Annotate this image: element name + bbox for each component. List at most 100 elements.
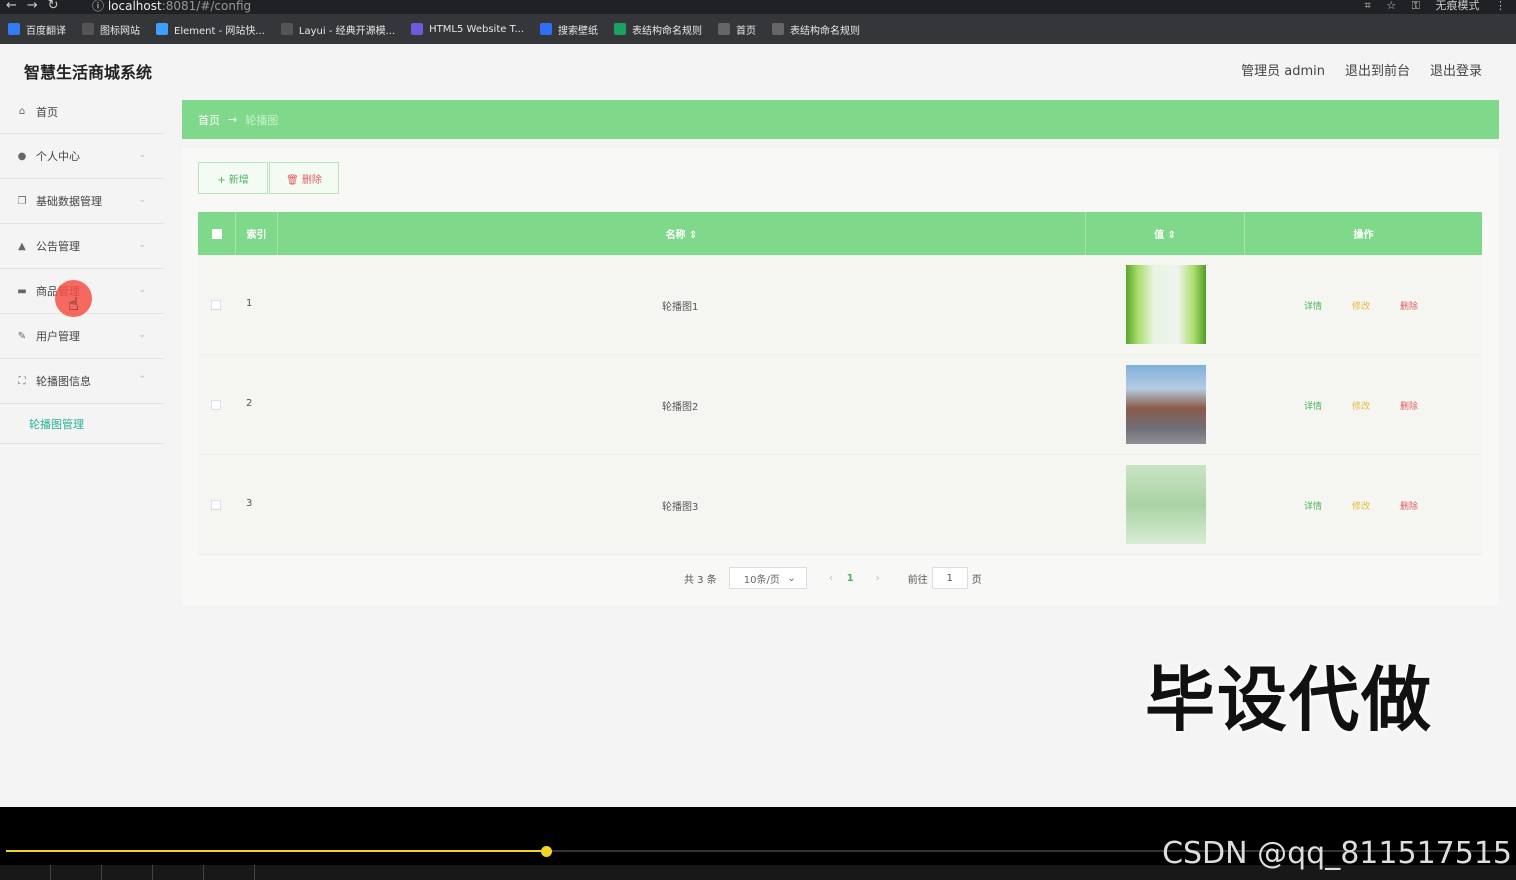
chevron-down-icon: ⌄ bbox=[787, 572, 796, 584]
detail-link[interactable]: 详情 bbox=[1304, 302, 1322, 312]
bookmarks-bar: 百度翻译 图标网站 Element - 网站快... Layui - 经典开源模...… bbox=[0, 14, 1516, 44]
row-thumbnail-image[interactable] bbox=[1126, 265, 1206, 344]
pagination: 共 3 条 10条/页 ⌄ ‹ 1 › 前往 1 页 bbox=[684, 567, 982, 589]
sidebar-item-0[interactable]: ⌂ 首页 bbox=[0, 90, 164, 134]
fullscreen-icon: ⛶ bbox=[18, 375, 26, 387]
sidebar-item-label: 用户管理 bbox=[36, 330, 80, 343]
chevron-icon: ⌄ bbox=[138, 240, 146, 250]
bookmark-label: HTML5 Website T... bbox=[429, 23, 525, 35]
delete-link[interactable]: 删除 bbox=[1400, 502, 1418, 512]
table-header: 索引 名称 ⇕ 值 ⇕ 操作 bbox=[198, 212, 1482, 255]
app-window: 智慧生活商城系统 管理员 admin 退出到前台 退出登录 ⌂ 首页 ● 个人中心 ⌄ ❐… bbox=[0, 44, 1516, 807]
wallpaper-icon bbox=[540, 23, 553, 35]
hand-cursor-icon: ☝ bbox=[68, 294, 79, 315]
bookmark-item[interactable]: 表结构命名规则 bbox=[772, 22, 860, 37]
row-index: 2 bbox=[246, 398, 253, 409]
chevron-icon: ⌄ bbox=[138, 330, 146, 340]
edit-link[interactable]: 修改 bbox=[1352, 502, 1370, 512]
user-icon: ● bbox=[17, 150, 27, 162]
sidebar-item-label: 公告管理 bbox=[36, 240, 80, 253]
star-icon[interactable]: ☆ bbox=[1386, 0, 1396, 12]
header-name[interactable]: 名称 ⇕ bbox=[278, 212, 1086, 255]
row-thumbnail-image[interactable] bbox=[1126, 465, 1206, 544]
detail-link[interactable]: 详情 bbox=[1304, 402, 1322, 412]
logout-link[interactable]: 退出登录 bbox=[1430, 60, 1482, 79]
bookmark-item[interactable]: 图标网站 bbox=[82, 22, 140, 37]
select-all-checkbox[interactable] bbox=[211, 228, 222, 239]
monitor-icon: ▬ bbox=[17, 285, 27, 297]
browser-address-bar: ←→↻ ⓘ localhost:8081/#/config ⌗ ☆ ⚿ 无痕模式… bbox=[0, 0, 1516, 14]
bookmark-item[interactable]: 首页 bbox=[718, 22, 756, 37]
bookmark-label: Layui - 经典开源模... bbox=[298, 25, 396, 37]
sidebar-item-label: 轮播图信息 bbox=[36, 375, 91, 388]
bookmark-item[interactable]: Element - 网站快... bbox=[156, 22, 265, 37]
delete-link[interactable]: 删除 bbox=[1400, 402, 1418, 412]
goto-label: 前往 bbox=[907, 574, 928, 586]
incognito-label[interactable]: 无痕模式 bbox=[1436, 0, 1480, 12]
bookmark-label: 图标网站 bbox=[100, 25, 140, 37]
add-button[interactable]: + 新增 bbox=[198, 162, 268, 194]
delete-button[interactable]: 🗑 删除 bbox=[269, 162, 339, 194]
sidebar-item-1[interactable]: ● 个人中心 ⌄ bbox=[0, 134, 164, 179]
sidebar-item-2[interactable]: ❐ 基础数据管理 ⌄ bbox=[0, 179, 164, 224]
content-panel: + 新增 🗑 删除 索引 名称 ⇕ 值 ⇕ 操作 1 轮播图1 详情 修改 删除 2 轮播图… bbox=[182, 148, 1499, 605]
row-index: 3 bbox=[246, 498, 253, 509]
edit-link[interactable]: 修改 bbox=[1352, 302, 1370, 312]
row-actions: 详情 修改 删除 bbox=[1304, 399, 1448, 412]
translate-icon[interactable]: ⌗ bbox=[1365, 0, 1371, 12]
browser-nav-icons[interactable]: ←→↻ bbox=[6, 0, 69, 13]
page-number-1[interactable]: 1 bbox=[847, 573, 854, 584]
admin-label: 管理员 admin bbox=[1241, 64, 1325, 79]
chevron-icon: ⌄ bbox=[138, 150, 146, 160]
bookmark-item[interactable]: 表结构命名规则 bbox=[614, 22, 702, 37]
sidebar-item-3[interactable]: ▲ 公告管理 ⌄ bbox=[0, 224, 164, 269]
bookmark-item[interactable]: 百度翻译 bbox=[8, 22, 66, 37]
seek-progress bbox=[6, 850, 546, 852]
header-value[interactable]: 值 ⇕ bbox=[1086, 212, 1245, 255]
next-page-button[interactable]: › bbox=[876, 573, 880, 584]
table-row: 1 轮播图1 详情 修改 删除 bbox=[198, 255, 1482, 355]
delete-link[interactable]: 删除 bbox=[1400, 302, 1418, 312]
table-row: 3 轮播图3 详情 修改 删除 bbox=[198, 455, 1482, 555]
page-size-select[interactable]: 10条/页 ⌄ bbox=[728, 567, 807, 589]
pager-total: 共 3 条 bbox=[684, 574, 717, 586]
exit-to-front-link[interactable]: 退出到前台 bbox=[1345, 60, 1410, 79]
goto-page-input[interactable]: 1 bbox=[931, 567, 968, 589]
row-checkbox[interactable] bbox=[211, 500, 221, 510]
sidebar-item-label: 基础数据管理 bbox=[36, 195, 102, 208]
submenu-carousel-manage[interactable]: 轮播图管理 bbox=[0, 404, 164, 444]
breadcrumb-home[interactable]: 首页 bbox=[198, 112, 220, 128]
globe-icon bbox=[718, 23, 731, 35]
bookmark-item[interactable]: HTML5 Website T... bbox=[411, 23, 524, 35]
sidebar-item-6[interactable]: ⛶ 轮播图信息 ⌃ bbox=[0, 359, 164, 404]
url-field[interactable]: ⓘ localhost:8081/#/config bbox=[92, 0, 251, 14]
folder-icon bbox=[82, 23, 94, 35]
row-name: 轮播图1 bbox=[662, 302, 699, 313]
row-index: 1 bbox=[246, 298, 253, 309]
table-row: 2 轮播图2 详情 修改 删除 bbox=[198, 355, 1482, 455]
bookmark-label: 搜索壁纸 bbox=[558, 25, 599, 37]
select-all-cell[interactable] bbox=[198, 212, 236, 255]
row-checkbox[interactable] bbox=[211, 400, 221, 410]
key-icon[interactable]: ⚿ bbox=[1412, 0, 1420, 12]
detail-link[interactable]: 详情 bbox=[1304, 502, 1322, 512]
globe-icon bbox=[772, 23, 785, 35]
sidebar-item-5[interactable]: ✎ 用户管理 ⌄ bbox=[0, 314, 164, 359]
bookmark-label: 表结构命名规则 bbox=[632, 25, 703, 37]
bookmark-item[interactable]: Layui - 经典开源模... bbox=[280, 22, 396, 37]
kebab-menu-icon[interactable]: ⋮ bbox=[1495, 0, 1506, 12]
bookmark-label: Element - 网站快... bbox=[174, 25, 265, 37]
seek-knob[interactable] bbox=[541, 846, 552, 857]
bookmark-item[interactable]: 搜索壁纸 bbox=[540, 22, 598, 37]
sidebar: ⌂首页●个人中心⌄❐基础数据管理⌄▲公告管理⌄▬商品管理⌄✎用户管理⌄⛶轮播图信… bbox=[0, 90, 164, 444]
pen-icon: ✎ bbox=[17, 330, 27, 342]
element-icon bbox=[156, 23, 168, 35]
sheet-icon bbox=[614, 23, 627, 35]
row-checkbox[interactable] bbox=[211, 300, 221, 310]
chevron-icon: ⌄ bbox=[138, 285, 146, 295]
row-actions: 详情 修改 删除 bbox=[1304, 499, 1448, 512]
prev-page-button[interactable]: ‹ bbox=[829, 573, 833, 584]
header-index: 索引 bbox=[236, 212, 278, 255]
row-thumbnail-image[interactable] bbox=[1126, 365, 1206, 444]
edit-link[interactable]: 修改 bbox=[1352, 402, 1370, 412]
